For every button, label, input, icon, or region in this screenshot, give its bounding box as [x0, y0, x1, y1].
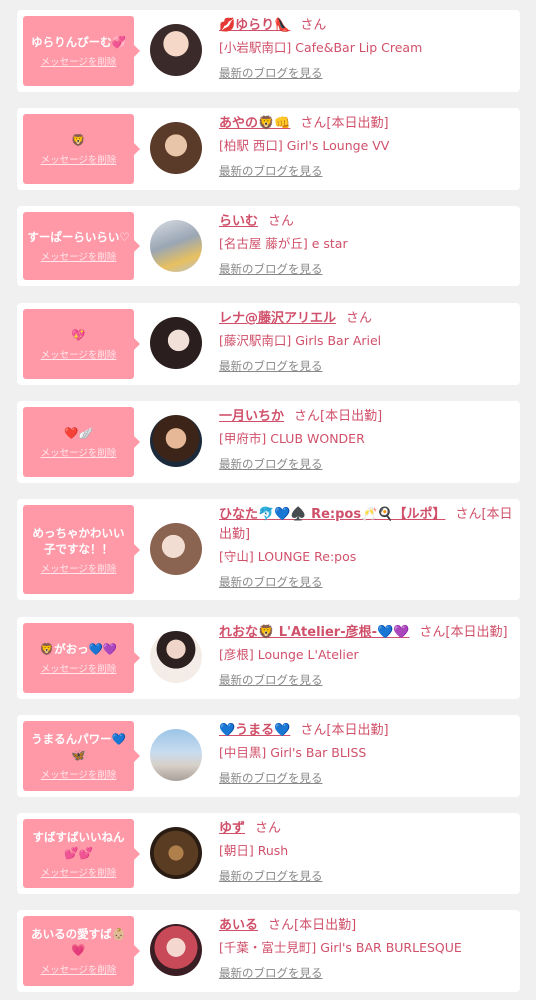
blog-link[interactable]: 最新のブログを見る	[219, 260, 323, 278]
shop-label: [守山] LOUNGE Re:pos	[219, 549, 357, 564]
message-card: うまるんパワー💙🦋 メッセージを削除 💙うまる💙 さん[本日出勤] [中目黒] G…	[17, 715, 520, 797]
user-name-link[interactable]: あやの🦁👊	[219, 116, 290, 131]
avatar[interactable]	[150, 729, 202, 781]
avatar[interactable]	[150, 523, 202, 575]
shop-label: [彦根] Lounge L'Atelier	[219, 647, 359, 662]
shop-label: [藤沢駅南口] Girls Bar Ariel	[219, 333, 382, 348]
shop-label: [柏駅 西口] Girl's Lounge VV	[219, 138, 390, 153]
blog-link[interactable]: 最新のブログを見る	[219, 162, 323, 180]
user-name-link[interactable]: 💋ゆらり👠	[219, 18, 290, 33]
honorific: さん[本日出勤]	[300, 116, 389, 131]
blog-link[interactable]: 最新のブログを見る	[219, 769, 323, 787]
message-bubble: めっちゃかわいい子ですな！！ メッセージを削除	[23, 505, 140, 594]
message-bubble: 🦁 メッセージを削除	[23, 114, 140, 184]
honorific: さん	[268, 214, 295, 229]
user-name-link[interactable]: らいむ	[219, 214, 258, 229]
message-text: すーぱーらいらい♡	[27, 230, 130, 244]
message-text: 🦁がおっ💙💜	[39, 642, 118, 656]
message-bubble: ゆらりんぴーむ💞 メッセージを削除	[23, 16, 140, 86]
user-name-link[interactable]: レナ@藤沢アリエル	[219, 311, 336, 326]
message-card: すばすばいいねん💕💕 メッセージを削除 ゆず さん [朝日] Rush 最新のブロ…	[17, 813, 520, 894]
message-text: ❤️🪽	[64, 426, 93, 440]
message-bubble: ❤️🪽 メッセージを削除	[23, 407, 140, 477]
blog-link[interactable]: 最新のブログを見る	[219, 573, 323, 591]
delete-message-link[interactable]: メッセージを削除	[41, 347, 117, 361]
delete-message-link[interactable]: メッセージを削除	[41, 962, 117, 976]
message-card: めっちゃかわいい子ですな！！ メッセージを削除 ひなた🐬💙♠️ Re:pos🥂🍳…	[17, 499, 520, 600]
blog-link[interactable]: 最新のブログを見る	[219, 671, 323, 689]
honorific: さん[本日出勤]	[300, 723, 389, 738]
delete-message-link[interactable]: メッセージを削除	[41, 661, 117, 675]
message-bubble: 🦁がおっ💙💜 メッセージを削除	[23, 623, 140, 693]
user-name-link[interactable]: れおな🦁 L'Atelier-彦根-💙💜	[219, 625, 409, 640]
blog-link[interactable]: 最新のブログを見る	[219, 964, 323, 982]
shop-label: [名古屋 藤が丘] e star	[219, 236, 348, 251]
message-text: 🦁	[71, 133, 86, 147]
message-text: あいるの愛すば👶🏼💗	[31, 927, 126, 957]
shop-label: [朝日] Rush	[219, 843, 289, 858]
message-text: めっちゃかわいい子ですな！！	[32, 525, 125, 556]
honorific: さん[本日出勤]	[268, 918, 357, 933]
honorific: さん[本日出勤]	[294, 409, 383, 424]
shop-label: [小岩駅南口] Cafe&Bar Lip Cream	[219, 40, 423, 55]
delete-message-link[interactable]: メッセージを削除	[41, 561, 117, 575]
delete-message-link[interactable]: メッセージを削除	[41, 767, 117, 781]
blog-link[interactable]: 最新のブログを見る	[219, 64, 323, 82]
message-card: あいるの愛すば👶🏼💗 メッセージを削除 あいる さん[本日出勤] [千葉・富士見町…	[17, 910, 520, 992]
message-bubble: すばすばいいねん💕💕 メッセージを削除	[23, 819, 140, 888]
honorific: さん	[346, 311, 373, 326]
message-text: 💖	[71, 328, 86, 342]
message-bubble: すーぱーらいらい♡ メッセージを削除	[23, 212, 140, 280]
honorific: さん[本日出勤]	[419, 625, 508, 640]
message-card: ❤️🪽 メッセージを削除 一月いちか さん[本日出勤] [甲府市] CLUB WO…	[17, 401, 520, 483]
message-card: 🦁がおっ💙💜 メッセージを削除 れおな🦁 L'Atelier-彦根-💙💜 さん[本…	[17, 617, 520, 699]
avatar[interactable]	[150, 924, 202, 976]
user-name-link[interactable]: 💙うまる💙	[219, 723, 290, 738]
message-card: ゆらりんぴーむ💞 メッセージを削除 💋ゆらり👠 さん [小岩駅南口] Cafe&B…	[17, 10, 520, 92]
avatar[interactable]	[150, 827, 202, 879]
avatar[interactable]	[150, 220, 202, 272]
blog-link[interactable]: 最新のブログを見る	[219, 357, 323, 375]
delete-message-link[interactable]: メッセージを削除	[41, 152, 117, 166]
shop-label: [中目黒] Girl's Bar BLISS	[219, 745, 367, 760]
honorific: さん	[300, 18, 327, 33]
blog-link[interactable]: 最新のブログを見る	[219, 455, 323, 473]
avatar[interactable]	[150, 415, 202, 467]
delete-message-link[interactable]: メッセージを削除	[41, 54, 117, 68]
message-text: ゆらりんぴーむ💞	[31, 35, 126, 49]
message-bubble: 💖 メッセージを削除	[23, 309, 140, 379]
avatar[interactable]	[150, 317, 202, 369]
message-card: 🦁 メッセージを削除 あやの🦁👊 さん[本日出勤] [柏駅 西口] Girl's …	[17, 108, 520, 190]
shop-label: [甲府市] CLUB WONDER	[219, 431, 365, 446]
shop-label: [千葉・富士見町] Girl's BAR BURLESQUE	[219, 940, 462, 955]
message-text: すばすばいいねん💕💕	[32, 829, 125, 860]
delete-message-link[interactable]: メッセージを削除	[41, 249, 117, 263]
user-name-link[interactable]: ひなた🐬💙♠️ Re:pos🥂🍳【ルポ】	[219, 507, 445, 522]
message-card: すーぱーらいらい♡ メッセージを削除 らいむ さん [名古屋 藤が丘] e sta…	[17, 206, 520, 286]
blog-link[interactable]: 最新のブログを見る	[219, 867, 323, 885]
message-bubble: うまるんパワー💙🦋 メッセージを削除	[23, 721, 140, 791]
delete-message-link[interactable]: メッセージを削除	[41, 445, 117, 459]
delete-message-link[interactable]: メッセージを削除	[41, 865, 117, 879]
message-card: 💖 メッセージを削除 レナ@藤沢アリエル さん [藤沢駅南口] Girls Bar…	[17, 303, 520, 385]
user-name-link[interactable]: あいる	[219, 918, 258, 933]
user-name-link[interactable]: 一月いちか	[219, 409, 284, 424]
message-bubble: あいるの愛すば👶🏼💗 メッセージを削除	[23, 916, 140, 986]
avatar[interactable]	[150, 122, 202, 174]
avatar[interactable]	[150, 631, 202, 683]
avatar[interactable]	[150, 24, 202, 76]
honorific: さん	[255, 821, 282, 836]
message-text: うまるんパワー💙🦋	[31, 732, 126, 762]
message-list: ゆらりんぴーむ💞 メッセージを削除 💋ゆらり👠 さん [小岩駅南口] Cafe&B…	[0, 0, 536, 1000]
user-name-link[interactable]: ゆず	[219, 821, 245, 836]
